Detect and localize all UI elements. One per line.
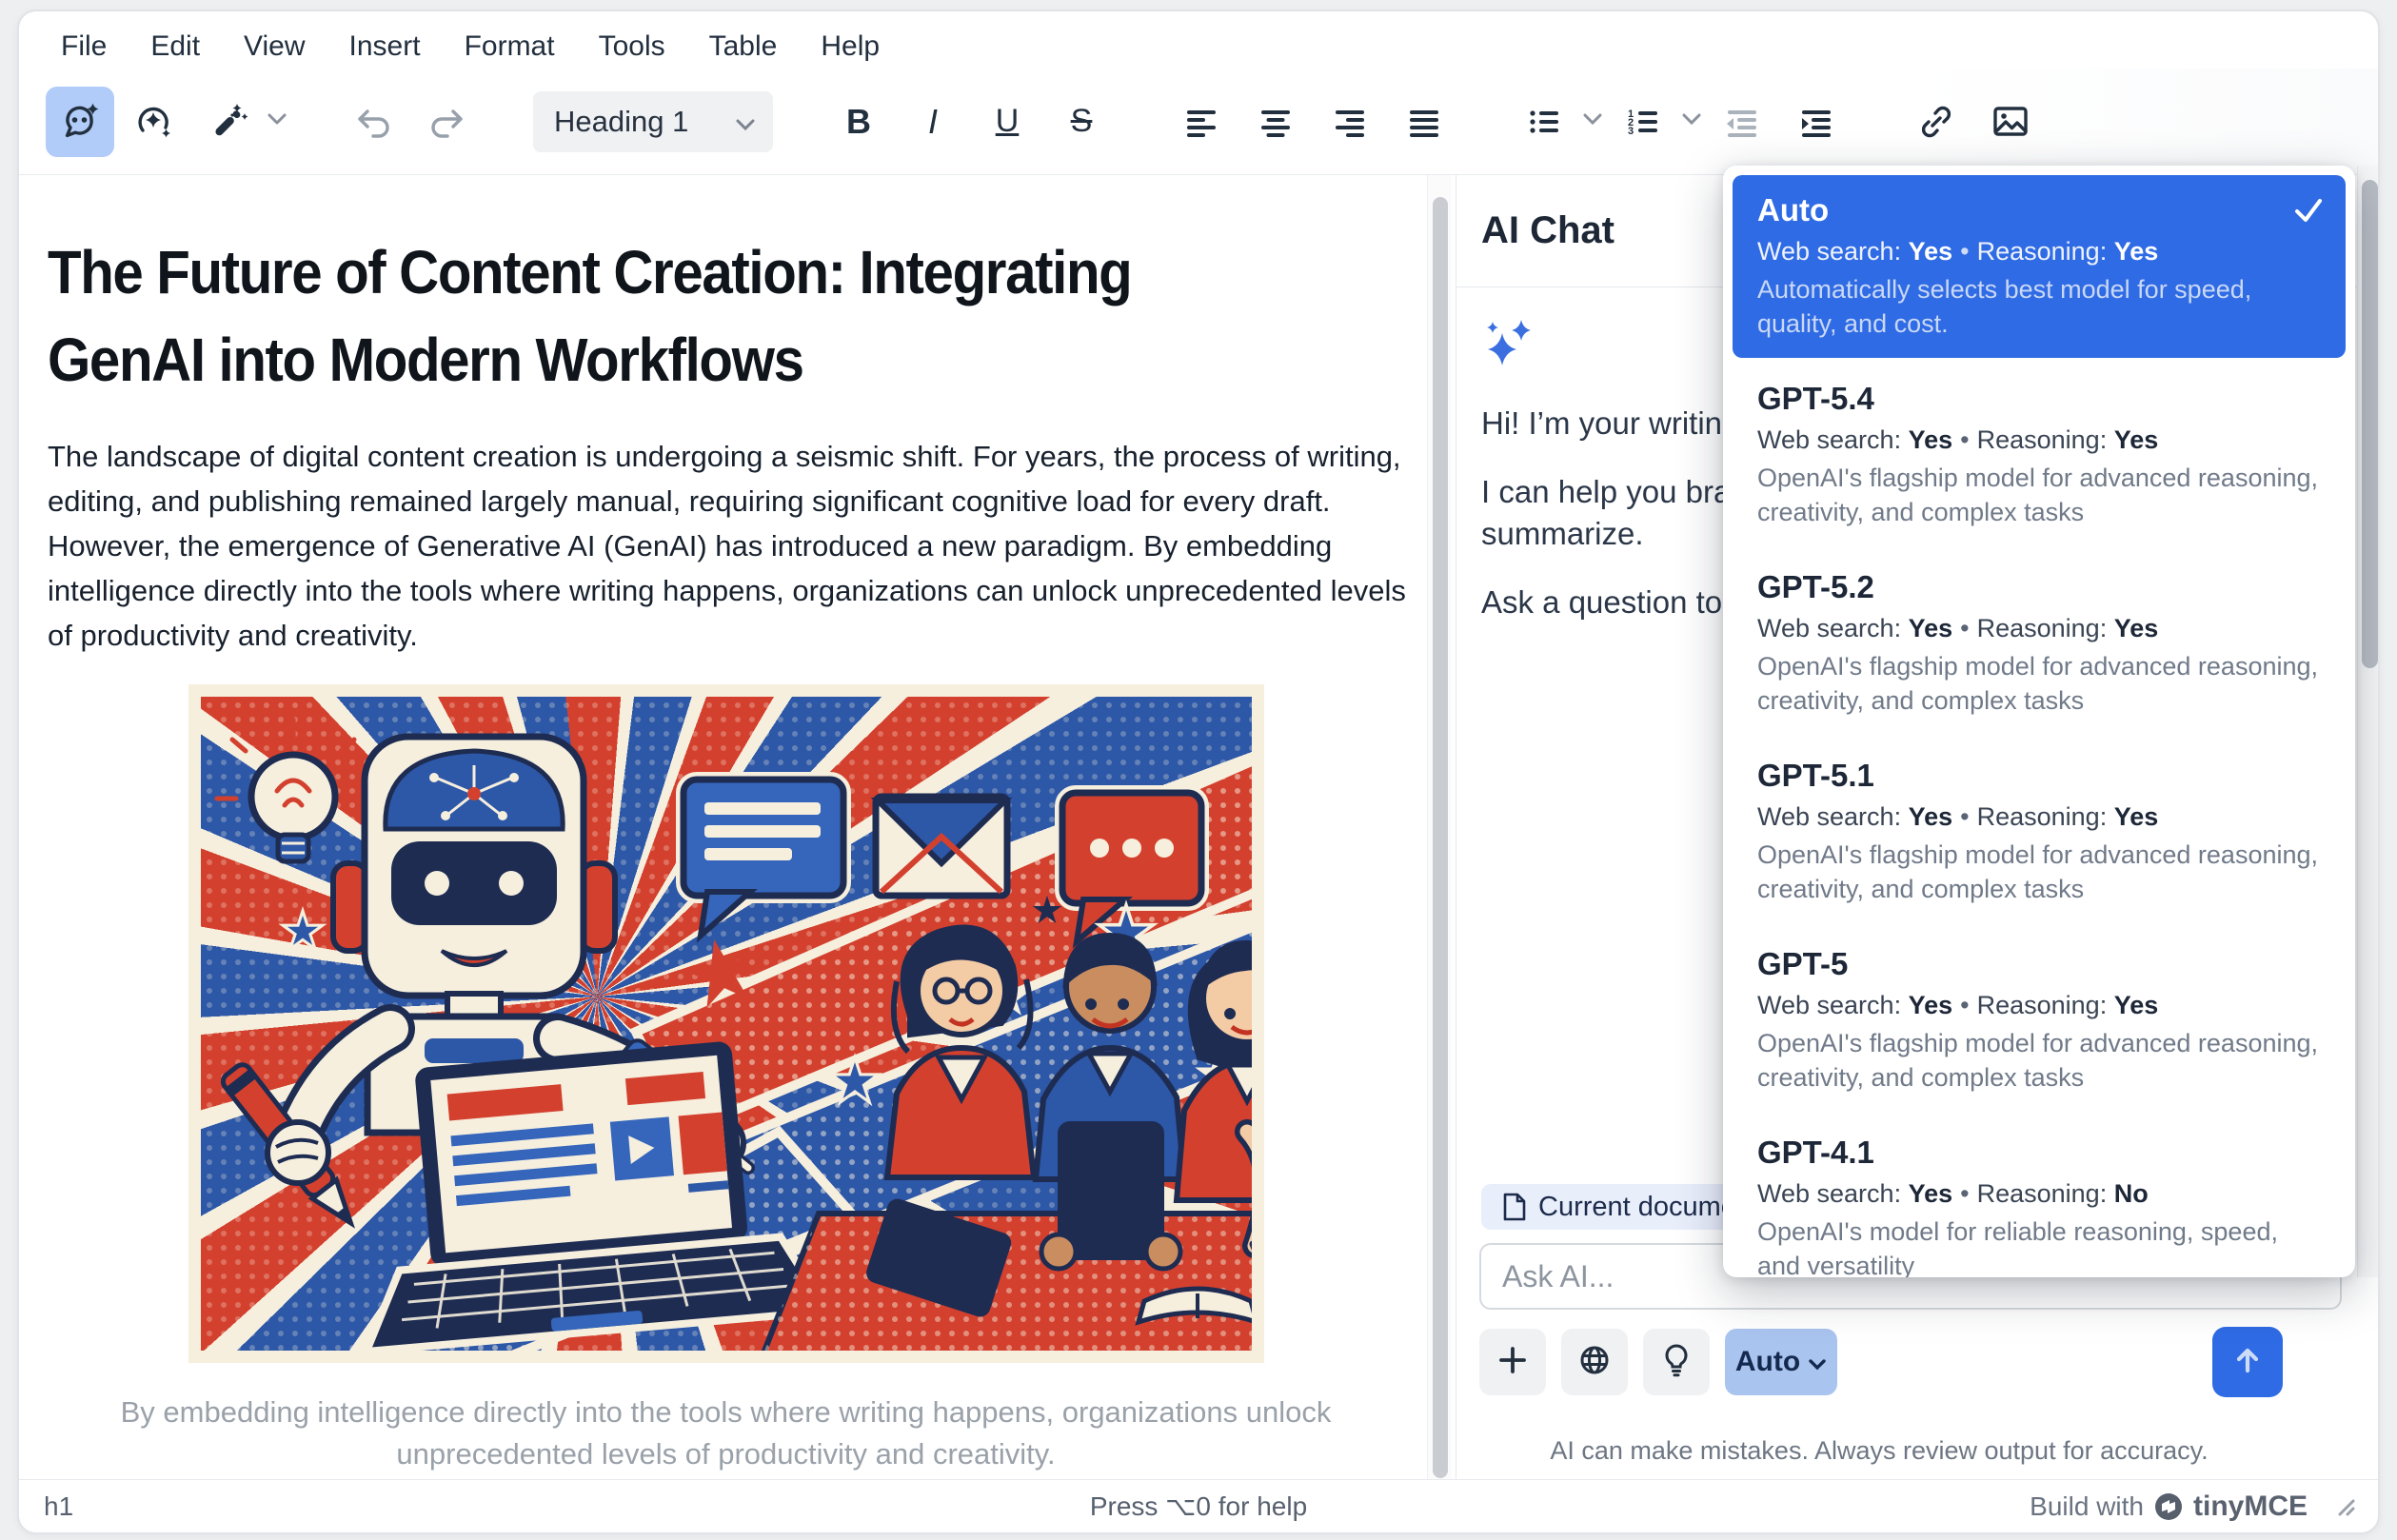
menu-tools[interactable]: Tools — [589, 27, 675, 67]
model-option-gpt-5-4[interactable]: GPT-5.4Web search: Yes•Reasoning: YesOpe… — [1733, 364, 2346, 546]
globe-icon — [1574, 1339, 1615, 1386]
align-center-button[interactable] — [1241, 87, 1310, 157]
bold-icon: B — [846, 102, 871, 142]
ai-rewrite-button[interactable] — [194, 87, 263, 157]
menu-bar: File Edit View Insert Format Tools Table Help — [51, 25, 889, 69]
menu-insert[interactable]: Insert — [340, 27, 430, 67]
arrow-up-icon — [2227, 1339, 2268, 1386]
model-option-auto[interactable]: AutoWeb search: Yes•Reasoning: YesAutoma… — [1733, 175, 2346, 358]
bullet-list-button[interactable] — [1510, 87, 1578, 157]
bold-button[interactable]: B — [824, 87, 893, 157]
model-option-gpt-5-1[interactable]: GPT-5.1Web search: Yes•Reasoning: YesOpe… — [1733, 740, 2346, 923]
resize-handle-icon[interactable] — [2328, 1490, 2357, 1523]
ai-sparkle-eye-icon — [132, 100, 176, 144]
document-scrollbar-thumb[interactable] — [1433, 197, 1448, 1478]
image-button[interactable] — [1976, 87, 2045, 157]
document-illustration — [188, 684, 1264, 1363]
attach-button[interactable] — [1479, 1329, 1546, 1395]
align-center-icon — [1255, 101, 1297, 143]
composer-actions: Auto — [1479, 1329, 1837, 1395]
menu-table[interactable]: Table — [700, 27, 787, 67]
status-bar: h1 Press ⌥0 for help Build with tinyMCE — [19, 1479, 2378, 1532]
undo-icon — [351, 100, 395, 144]
magic-wand-icon — [207, 100, 250, 144]
document-file-icon — [1502, 1193, 1527, 1221]
italic-button[interactable]: I — [899, 87, 967, 157]
model-dropdown-scrollbar-thumb[interactable] — [2362, 180, 2378, 668]
align-left-button[interactable] — [1167, 87, 1236, 157]
align-justify-icon — [1403, 101, 1445, 143]
ai-chat-icon — [58, 100, 102, 144]
suggestions-button[interactable] — [1643, 1329, 1710, 1395]
ai-rewrite-chevron-icon[interactable] — [267, 112, 287, 130]
chevron-down-icon — [1808, 1346, 1827, 1378]
bullet-list-icon — [1523, 101, 1565, 143]
strikethrough-button[interactable]: S — [1047, 87, 1116, 157]
redo-button[interactable] — [413, 87, 482, 157]
numbered-list-chevron-icon[interactable] — [1681, 112, 1702, 130]
strikethrough-icon: S — [1071, 103, 1093, 140]
menu-file[interactable]: File — [51, 27, 116, 67]
align-justify-button[interactable] — [1390, 87, 1458, 157]
format-select[interactable]: Heading 1 — [533, 91, 773, 152]
redo-icon — [426, 100, 469, 144]
outdent-button — [1708, 87, 1776, 157]
indent-button[interactable] — [1782, 87, 1851, 157]
indent-icon — [1795, 101, 1837, 143]
numbered-list-button[interactable]: 123 — [1609, 87, 1677, 157]
document-scrollbar[interactable] — [1427, 175, 1452, 1479]
format-select-label: Heading 1 — [554, 105, 688, 139]
align-right-button[interactable] — [1316, 87, 1384, 157]
model-dropdown-scrollbar[interactable] — [2357, 166, 2380, 1277]
brand-name: tinyMCE — [2193, 1491, 2308, 1523]
check-icon — [2290, 192, 2327, 233]
svg-text:3: 3 — [1628, 126, 1634, 137]
model-selector-button[interactable]: Auto — [1725, 1329, 1837, 1395]
send-button[interactable] — [2212, 1327, 2283, 1397]
document-paragraph: The landscape of digital content creatio… — [48, 434, 1411, 658]
numbered-list-icon: 123 — [1622, 101, 1664, 143]
bullet-list-chevron-icon[interactable] — [1582, 112, 1603, 130]
underline-icon: U — [996, 103, 1020, 140]
heading-line-2: GenAI into Modern Workflows — [48, 316, 1282, 404]
envelope-motif — [876, 797, 1007, 896]
menu-format[interactable]: Format — [455, 27, 565, 67]
plus-icon — [1492, 1339, 1534, 1386]
image-caption: By embedding intelligence directly into … — [69, 1392, 1383, 1475]
image-icon — [1989, 100, 2032, 144]
italic-icon: I — [928, 102, 938, 142]
ai-shortcuts-button[interactable] — [120, 87, 188, 157]
toolbar: Heading 1 B I U S — [19, 69, 2378, 175]
model-option-gpt-5-2[interactable]: GPT-5.2Web search: Yes•Reasoning: YesOpe… — [1733, 552, 2346, 735]
lightbulb-icon — [1655, 1339, 1697, 1386]
brand-prefix: Build with — [2030, 1491, 2144, 1522]
illustration-art — [188, 684, 1264, 1363]
link-button[interactable] — [1902, 87, 1971, 157]
outdent-icon — [1721, 101, 1763, 143]
document-canvas[interactable]: The Future of Content Creation: Integrat… — [19, 175, 1427, 1479]
link-icon — [1914, 100, 1958, 144]
help-hint: Press ⌥0 for help — [19, 1491, 2378, 1522]
menu-view[interactable]: View — [234, 27, 314, 67]
align-right-icon — [1329, 101, 1371, 143]
menu-edit[interactable]: Edit — [141, 27, 209, 67]
heading-line-1: The Future of Content Creation: Integrat… — [48, 228, 1282, 316]
align-left-icon — [1180, 101, 1222, 143]
model-option-gpt-5[interactable]: GPT-5Web search: Yes•Reasoning: YesOpenA… — [1733, 929, 2346, 1112]
underline-button[interactable]: U — [973, 87, 1041, 157]
tinymce-logo-icon — [2153, 1491, 2184, 1522]
undo-button[interactable] — [339, 87, 407, 157]
model-dropdown: AutoWeb search: Yes•Reasoning: YesAutoma… — [1723, 166, 2355, 1277]
editor-window: File Edit View Insert Format Tools Table Help — [17, 10, 2380, 1534]
chevron-down-icon — [735, 105, 756, 139]
document-heading: The Future of Content Creation: Integrat… — [48, 228, 1282, 404]
web-search-button[interactable] — [1561, 1329, 1628, 1395]
branding[interactable]: Build with tinyMCE — [2030, 1491, 2308, 1523]
model-option-gpt-4-1[interactable]: GPT-4.1Web search: Yes•Reasoning: NoOpen… — [1733, 1117, 2346, 1277]
model-selector-label: Auto — [1735, 1346, 1800, 1378]
ai-chat-button[interactable] — [46, 87, 114, 157]
ai-disclaimer: AI can make mistakes. Always review outp… — [1456, 1436, 2302, 1466]
menu-help[interactable]: Help — [811, 27, 889, 67]
